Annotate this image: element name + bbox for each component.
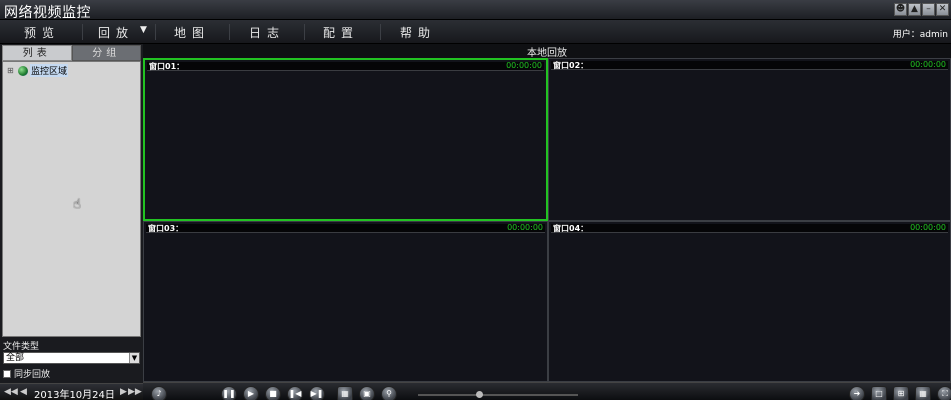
volume-icon[interactable]: ♪ — [151, 386, 167, 400]
tree-expander-icon[interactable]: ⊞ — [7, 66, 16, 75]
pin-icon[interactable]: ▲ — [908, 3, 921, 16]
tab-group[interactable]: 分组 — [71, 45, 141, 61]
tab-list[interactable]: 列表 — [2, 45, 72, 61]
fullscreen-icon[interactable]: ⛶ — [937, 386, 951, 400]
tree-node-label: 监控区域 — [30, 64, 69, 77]
menu-separator — [304, 24, 305, 40]
video-window-2[interactable]: 窗口02： 00:00:00 — [548, 58, 951, 221]
menu-separator — [229, 24, 230, 40]
playback-toolbar: ♪ ❚❚ ▶ ■ ❚◀ ▶❚ ▦ ▣ ⚲ ➜ □ ⊞ ▦ ⛶ — [143, 382, 951, 400]
panel-tabs: 列表 分组 — [2, 45, 141, 61]
menu-help[interactable]: 帮助 — [400, 24, 436, 40]
device-tree[interactable]: ⊞ 监控区域 ☝ — [2, 61, 141, 337]
window-time: 00:00:00 — [506, 61, 542, 70]
window-header: 窗口02： 00:00:00 — [551, 60, 948, 70]
quad-view-icon[interactable]: ⊞ — [893, 386, 909, 400]
pause-icon[interactable]: ❚❚ — [221, 386, 237, 400]
hand-cursor-icon: ☝ — [73, 197, 81, 212]
timeline-track[interactable] — [418, 394, 578, 396]
window-name: 窗口04： — [553, 224, 589, 233]
menu-map[interactable]: 地图 — [174, 24, 210, 40]
menu-separator — [380, 24, 381, 40]
window-name: 窗口02： — [553, 61, 589, 70]
window-name: 窗口01： — [149, 62, 185, 71]
timeline-thumb[interactable] — [476, 391, 483, 398]
window-header: 窗口03： 00:00:00 — [146, 223, 545, 233]
snapshot-icon[interactable]: ▣ — [359, 386, 375, 400]
title-bar: 网络视频监控 ☻ ▲ – ✕ — [0, 0, 951, 21]
close-icon[interactable]: ✕ — [936, 3, 949, 16]
app-title: 网络视频监控 — [4, 5, 91, 21]
window-controls: ☻ ▲ – ✕ — [894, 3, 949, 16]
tree-node-root[interactable]: ⊞ 监控区域 — [7, 64, 69, 77]
date-display[interactable]: 2013年10月24日 — [34, 386, 115, 400]
video-window-3[interactable]: 窗口03： 00:00:00 — [143, 221, 548, 382]
minimize-icon[interactable]: – — [922, 3, 935, 16]
video-window-4[interactable]: 窗口04： 00:00:00 — [548, 221, 951, 382]
file-type-value: 全部 — [6, 353, 25, 363]
step-forward-icon[interactable]: ▶❚ — [309, 386, 325, 400]
menu-bar: 预览 回放 ▼ 地图 日志 配置 帮助 用户：admin — [0, 20, 951, 44]
menu-separator — [82, 24, 83, 40]
video-window-1[interactable]: 窗口01： 00:00:00 — [143, 58, 548, 221]
step-back-icon[interactable]: ❚◀ — [287, 386, 303, 400]
sync-playback-row: 同步回放 — [3, 367, 50, 380]
left-panel: 列表 分组 ⊞ 监控区域 ☝ 文件类型 全部 ▼ 同步回放 ◀◀ ◀ 2013年… — [0, 44, 143, 400]
chevron-down-icon[interactable]: ▼ — [129, 353, 139, 363]
user-icon[interactable]: ☻ — [894, 3, 907, 16]
window-header: 窗口04： 00:00:00 — [551, 223, 948, 233]
menu-playback[interactable]: 回放 — [98, 24, 134, 40]
video-grid: 窗口01： 00:00:00 窗口02： 00:00:00 窗口03： 00:0… — [143, 58, 951, 382]
arrow-right-icon[interactable]: ➜ — [849, 386, 865, 400]
menu-separator — [155, 24, 156, 40]
file-type-select[interactable]: 全部 ▼ — [3, 352, 140, 364]
play-icon[interactable]: ▶ — [243, 386, 259, 400]
nine-view-icon[interactable]: ▦ — [915, 386, 931, 400]
window-time: 00:00:00 — [910, 60, 946, 69]
menu-log[interactable]: 日志 — [249, 24, 285, 40]
page-title: 本地回放 — [527, 48, 567, 59]
file-type-label: 文件类型 — [3, 342, 40, 352]
prev-month-icon[interactable]: ◀◀ — [4, 387, 18, 397]
stop-icon[interactable]: ■ — [265, 386, 281, 400]
window-time: 00:00:00 — [507, 223, 543, 232]
window-header: 窗口01： 00:00:00 — [147, 61, 544, 71]
user-label: 用户：admin — [892, 30, 948, 40]
menu-config[interactable]: 配置 — [323, 24, 359, 40]
next-day-icon[interactable]: ▶ — [120, 387, 127, 397]
next-month-icon[interactable]: ▶▶ — [128, 387, 142, 397]
window-time: 00:00:00 — [910, 223, 946, 232]
main-header: 本地回放 — [143, 44, 951, 59]
sync-playback-checkbox[interactable] — [3, 369, 11, 378]
window-name: 窗口03： — [148, 224, 184, 233]
menu-preview[interactable]: 预览 — [24, 24, 60, 40]
dropdown-arrow-icon[interactable]: ▼ — [140, 25, 147, 35]
date-navigator: ◀◀ ◀ 2013年10月24日 ▶ ▶▶ — [0, 383, 143, 400]
single-view-icon[interactable]: □ — [871, 386, 887, 400]
sync-playback-label: 同步回放 — [14, 370, 51, 380]
search-icon[interactable]: ⚲ — [381, 386, 397, 400]
globe-icon — [18, 65, 28, 76]
layout-icon[interactable]: ▦ — [337, 386, 353, 400]
prev-day-icon[interactable]: ◀ — [20, 387, 27, 397]
